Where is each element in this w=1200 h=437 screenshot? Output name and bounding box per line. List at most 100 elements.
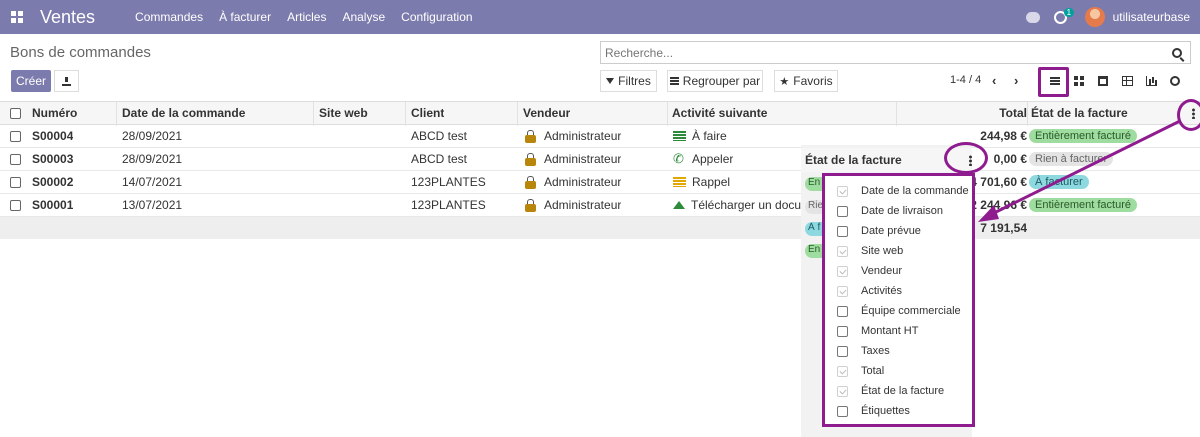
cell-number: S00001 xyxy=(32,198,74,212)
menu-item-configuration[interactable]: Configuration xyxy=(393,10,480,24)
header-date[interactable]: Date de la commande xyxy=(122,102,245,124)
apps-menu-icon[interactable] xyxy=(6,6,28,28)
orders-table: Numéro Date de la commande Site web Clie… xyxy=(0,101,1200,239)
activity-view-button[interactable] xyxy=(1163,70,1187,92)
option-checkbox[interactable] xyxy=(837,225,848,237)
create-button[interactable]: Créer xyxy=(11,70,51,92)
header-salesperson[interactable]: Vendeur xyxy=(523,102,570,124)
column-option-date-commande[interactable]: Date de la commande xyxy=(837,181,969,201)
cell-activity: Rappel xyxy=(692,175,731,189)
column-option-etat-facture[interactable]: État de la facture xyxy=(837,381,944,401)
status-badge: Entièrement facturé xyxy=(1029,129,1137,143)
list-view-button[interactable] xyxy=(1043,70,1067,92)
menu-item-commandes[interactable]: Commandes xyxy=(127,10,211,24)
column-option-site-web[interactable]: Site web xyxy=(837,241,903,261)
username[interactable]: utilisateurbase xyxy=(1113,10,1190,24)
cell-activity: Télécharger un documer xyxy=(691,198,803,212)
optional-columns-dropdown: Date de la commande Date de livraison Da… xyxy=(822,173,975,427)
table-row[interactable]: S00004 28/09/2021 ABCD test Administrate… xyxy=(0,125,1200,148)
kebab-highlight-circle xyxy=(1177,99,1200,131)
column-option-date-prevue[interactable]: Date prévue xyxy=(837,221,921,241)
chat-icon[interactable] xyxy=(1025,11,1040,23)
table-row[interactable]: S00002 14/07/2021 123PLANTES Administrat… xyxy=(0,171,1200,194)
main-menu: Commandes À facturer Articles Analyse Co… xyxy=(127,10,481,24)
groupby-label: Regrouper par xyxy=(682,74,761,88)
table-row[interactable]: S00001 13/07/2021 123PLANTES Administrat… xyxy=(0,194,1200,217)
column-option-vendeur[interactable]: Vendeur xyxy=(837,261,902,281)
groupby-button[interactable]: Regrouper par xyxy=(667,70,763,92)
pager-previous-icon[interactable]: ‹ xyxy=(992,73,996,88)
pager-value[interactable]: 1-4 / 4 xyxy=(950,74,981,86)
option-checkbox[interactable] xyxy=(837,285,848,297)
option-checkbox[interactable] xyxy=(837,265,848,277)
calendar-view-button[interactable] xyxy=(1091,70,1115,92)
column-option-taxes[interactable]: Taxes xyxy=(837,341,890,361)
menu-item-analyse[interactable]: Analyse xyxy=(334,10,393,24)
option-checkbox[interactable] xyxy=(837,405,848,417)
search-input[interactable] xyxy=(601,42,1172,63)
header-number[interactable]: Numéro xyxy=(32,102,77,124)
favorites-button[interactable]: ★ Favoris xyxy=(774,70,838,92)
page-title: Bons de commandes xyxy=(10,44,151,61)
column-option-etiquettes[interactable]: Étiquettes xyxy=(837,401,910,421)
cell-date: 13/07/2021 xyxy=(122,198,183,212)
row-checkbox[interactable] xyxy=(10,153,21,165)
activity-count-badge: 1 xyxy=(1063,7,1075,17)
table-footer: 7 191,54 xyxy=(0,217,1200,239)
option-checkbox[interactable] xyxy=(837,205,848,217)
filters-button[interactable]: Filtres xyxy=(600,70,657,92)
graph-view-button[interactable] xyxy=(1139,70,1163,92)
star-icon: ★ xyxy=(779,75,790,88)
favorites-label: Favoris xyxy=(793,74,833,88)
cell-number: S00002 xyxy=(32,175,74,189)
app-name[interactable]: Ventes xyxy=(40,7,95,28)
export-button[interactable] xyxy=(54,70,79,92)
option-checkbox[interactable] xyxy=(837,185,848,197)
column-option-total[interactable]: Total xyxy=(837,361,884,381)
reminder-icon[interactable] xyxy=(673,177,686,187)
column-option-activites[interactable]: Activités xyxy=(837,281,902,301)
header-website[interactable]: Site web xyxy=(319,102,368,124)
user-avatar[interactable] xyxy=(1084,7,1105,27)
cell-salesperson: Administrateur xyxy=(544,198,622,212)
top-navbar: Ventes Commandes À facturer Articles Ana… xyxy=(0,0,1200,34)
option-checkbox[interactable] xyxy=(837,365,848,377)
header-total[interactable]: Total xyxy=(897,102,1027,124)
column-option-date-livraison[interactable]: Date de livraison xyxy=(837,201,943,221)
menu-item-a-facturer[interactable]: À facturer xyxy=(211,10,279,24)
header-client[interactable]: Client xyxy=(411,102,444,124)
option-checkbox[interactable] xyxy=(837,385,848,397)
row-checkbox[interactable] xyxy=(10,176,21,188)
upload-icon[interactable] xyxy=(673,201,685,209)
zoom-kebab-highlight-circle xyxy=(944,142,988,174)
kanban-view-button[interactable] xyxy=(1067,70,1091,92)
option-checkbox[interactable] xyxy=(837,325,848,337)
pager-next-icon[interactable]: › xyxy=(1014,73,1018,88)
status-badge: Entièrement facturé xyxy=(1029,198,1137,212)
option-checkbox[interactable] xyxy=(837,345,848,357)
header-activity[interactable]: Activité suivante xyxy=(672,102,767,124)
header-invoice-status[interactable]: État de la facture xyxy=(1031,102,1128,124)
pivot-view-button[interactable] xyxy=(1115,70,1139,92)
user-avatar-icon xyxy=(525,129,536,143)
option-checkbox[interactable] xyxy=(837,245,848,257)
calendar-view-icon xyxy=(1098,76,1108,86)
option-checkbox[interactable] xyxy=(837,305,848,317)
phone-icon[interactable]: ✆ xyxy=(673,151,686,167)
select-all-checkbox[interactable] xyxy=(10,107,21,119)
todo-icon[interactable] xyxy=(673,131,686,141)
search-icon[interactable] xyxy=(1172,47,1182,58)
graph-view-icon xyxy=(1145,76,1157,86)
row-checkbox[interactable] xyxy=(10,130,21,142)
activity-clock-icon[interactable]: 1 xyxy=(1053,7,1075,24)
table-row[interactable]: S00003 28/09/2021 ABCD test Administrate… xyxy=(0,148,1200,171)
cell-date: 14/07/2021 xyxy=(122,175,183,189)
navbar-systray: 1 utilisateurbase xyxy=(1025,0,1190,34)
row-checkbox[interactable] xyxy=(10,199,21,211)
search-bar xyxy=(600,41,1191,64)
cell-activity: À faire xyxy=(692,129,727,143)
column-option-equipe-commerciale[interactable]: Équipe commerciale xyxy=(837,301,961,321)
filters-label: Filtres xyxy=(618,74,651,88)
menu-item-articles[interactable]: Articles xyxy=(279,10,334,24)
column-option-montant-ht[interactable]: Montant HT xyxy=(837,321,918,341)
